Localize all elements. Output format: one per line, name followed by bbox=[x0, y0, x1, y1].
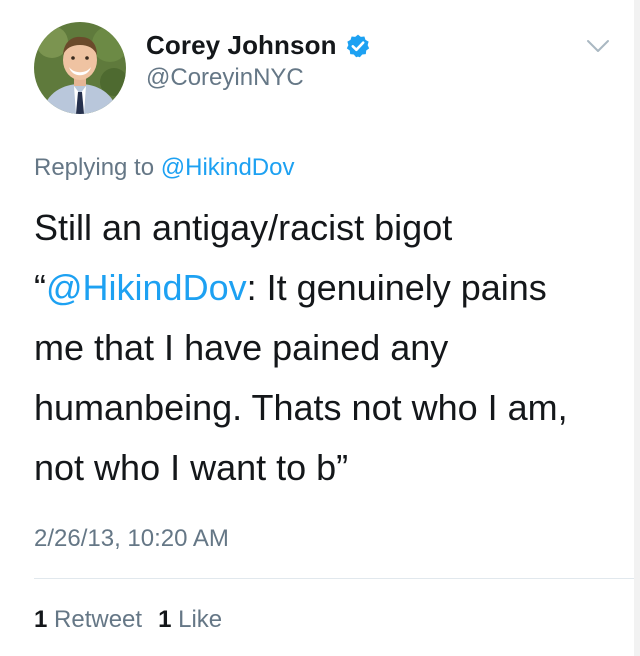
likes-stat[interactable]: 1 Like bbox=[158, 606, 222, 634]
replying-to: Replying to @HikindDov bbox=[34, 154, 294, 182]
author-name-row[interactable]: Corey Johnson bbox=[146, 30, 371, 61]
likes-count: 1 bbox=[158, 606, 172, 633]
tweet-mention-link[interactable]: @HikindDov bbox=[46, 267, 247, 308]
divider bbox=[34, 578, 640, 579]
screen-edge bbox=[634, 0, 640, 656]
tweet-card: Corey Johnson @CoreyinNYC Replying to @H… bbox=[0, 0, 640, 656]
avatar[interactable] bbox=[34, 22, 126, 114]
retweets-count: 1 bbox=[34, 606, 48, 633]
retweets-label: Retweet bbox=[54, 606, 143, 633]
tweet-timestamp[interactable]: 2/26/13, 10:20 AM bbox=[34, 525, 229, 553]
tweet-text-line: me that I have pained any bbox=[34, 327, 449, 368]
verified-badge-icon bbox=[346, 34, 369, 57]
chevron-down-icon[interactable] bbox=[586, 38, 610, 54]
tweet-text-line: “@HikindDov: It genuinely pains bbox=[34, 258, 614, 318]
tweet-text-line: Still an antigay/racist bigot bbox=[34, 207, 453, 248]
author-display-name[interactable]: Corey Johnson bbox=[146, 30, 337, 61]
tweet-text-fragment: : It genuinely pains bbox=[246, 267, 547, 308]
quote-open: “ bbox=[34, 267, 46, 308]
tweet-stats: 1 Retweet 1 Like bbox=[34, 606, 238, 634]
tweet-text-line: not who I want to b” bbox=[34, 447, 349, 488]
avatar-image bbox=[34, 22, 126, 114]
author-handle[interactable]: @CoreyinNYC bbox=[146, 64, 304, 92]
replying-to-label: Replying to bbox=[34, 154, 155, 181]
likes-label: Like bbox=[178, 606, 223, 633]
tweet-text-line: humanbeing. Thats not who I am, bbox=[34, 387, 568, 428]
replying-to-mention-link[interactable]: @HikindDov bbox=[161, 154, 295, 181]
tweet-text: Still an antigay/racist bigot “@HikindDo… bbox=[34, 198, 614, 498]
retweets-stat[interactable]: 1 Retweet bbox=[34, 606, 142, 634]
